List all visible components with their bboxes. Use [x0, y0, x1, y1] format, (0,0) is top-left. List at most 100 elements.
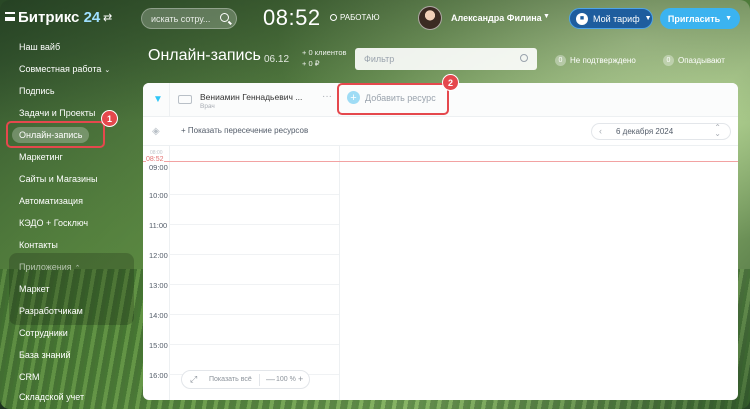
page-date: 06.12	[264, 54, 289, 65]
date-label[interactable]: 6 декабря 2024	[616, 127, 673, 136]
sidebar-item-label: Подпись	[19, 86, 55, 96]
sidebar-item-label: Наш вайб	[19, 42, 60, 52]
time-axis: 08:00 09:00 10:00 11:00 12:00 13:00 14:0…	[143, 146, 169, 400]
sidebar-item-label: Контакты	[19, 240, 58, 250]
zoom-out-button[interactable]: —	[266, 374, 275, 384]
sidebar-item-label: Задачи и Проекты	[19, 108, 95, 118]
hour-label: 12:00	[149, 251, 168, 260]
sidebar-item-inventory[interactable]: Складской учет	[19, 392, 84, 402]
sidebar-item-label: КЭДО + Госключ	[19, 218, 88, 228]
hour-label: 09:00	[149, 163, 168, 172]
search-placeholder: искать сотру...	[151, 14, 210, 24]
sidebar-item-automation[interactable]: Автоматизация	[19, 196, 83, 206]
legend-unconfirmed[interactable]: 0 Не подтверждено	[555, 55, 636, 66]
callout-highlight-1	[6, 121, 105, 148]
chevron-down-icon: ▼	[725, 15, 732, 22]
sidebar-item-sites[interactable]: Сайты и Магазины	[19, 174, 97, 184]
filter-placeholder: Фильтр	[364, 54, 394, 64]
legend-unconfirmed-label: Не подтверждено	[570, 56, 636, 65]
expand-icon[interactable]: ⤢	[190, 374, 197, 385]
chevron-up-icon: ⌃	[75, 265, 81, 272]
hour-gridline	[169, 284, 339, 285]
briefcase-icon: ■	[576, 13, 588, 25]
zoom-level: 100 %	[276, 376, 296, 383]
legend-late-label: Опаздывают	[678, 56, 725, 65]
chevron-updown-icon[interactable]: ⌃⌄	[714, 125, 721, 137]
invite-button[interactable]: Пригласить ▼	[660, 8, 740, 29]
sidebar-item-label: Сайты и Магазины	[19, 174, 97, 184]
sidebar-item-crm[interactable]: CRM	[19, 372, 40, 382]
sidebar-item-marketing[interactable]: Маркетинг	[19, 152, 63, 162]
sidebar-item-label: Приложения	[19, 262, 72, 272]
current-time-label: 08:52	[146, 156, 164, 163]
column-divider	[169, 146, 170, 400]
show-intersection-link[interactable]: + Показать пересечение ресурсов	[181, 126, 308, 135]
sidebar-item-label: База знаний	[19, 350, 71, 360]
column-divider	[339, 146, 340, 400]
hour-label: 15:00	[149, 341, 168, 350]
sidebar-item-employees[interactable]: Сотрудники	[19, 328, 68, 338]
resource-column-header[interactable]: Вениамин Геннадьевич ... Врач ···	[169, 83, 339, 117]
chevron-down-icon: ⌄	[104, 67, 110, 74]
sidebar-item-label: Сотрудники	[19, 328, 68, 338]
callout-badge-1: 1	[101, 110, 118, 127]
callout-highlight-2	[337, 83, 449, 115]
sidebar-item-apps[interactable]: Приложения⌃	[19, 262, 81, 272]
filter-icon[interactable]: ▼	[153, 94, 163, 105]
logo[interactable]: Битрикс 24	[18, 9, 100, 26]
clock[interactable]: 08:52	[263, 5, 321, 31]
calendar-toolbar: ◈ + Показать пересечение ресурсов ‹ 6 де…	[143, 117, 738, 146]
legend-late[interactable]: 0 Опаздывают	[663, 55, 725, 66]
hour-gridline	[169, 224, 339, 225]
filter-input[interactable]: Фильтр	[355, 48, 537, 70]
work-status-icon	[330, 14, 337, 21]
sidebar-item-label: Автоматизация	[19, 196, 83, 206]
date-navigator[interactable]: ‹ 6 декабря 2024 ⌃⌄	[591, 123, 731, 140]
chevron-left-icon[interactable]: ‹	[599, 126, 602, 136]
zoom-controls: ⤢ Показать всё — 100 % +	[181, 370, 310, 389]
search-icon	[220, 13, 229, 22]
sidebar-item-vibe[interactable]: Наш вайб	[19, 42, 60, 52]
sidebar-item-knowledge[interactable]: База знаний	[19, 350, 71, 360]
logo-number: 24	[84, 9, 101, 26]
tariff-button[interactable]: ■ Мой тариф ▼	[569, 8, 653, 29]
logo-text: Битрикс	[18, 9, 79, 26]
zoom-in-button[interactable]: +	[298, 374, 303, 384]
page-title: Онлайн-запись	[148, 47, 261, 65]
sidebar-item-label: Разработчикам	[19, 306, 83, 316]
sidebar-item-contacts[interactable]: Контакты	[19, 240, 58, 250]
sidebar-item-developers[interactable]: Разработчикам	[19, 306, 83, 316]
sidebar-item-label: Складской учет	[19, 392, 84, 402]
sidebar-item-signature[interactable]: Подпись	[19, 86, 55, 96]
swap-icon[interactable]: ⇄	[103, 11, 112, 24]
search-input[interactable]: искать сотру...	[141, 8, 237, 29]
tariff-label: Мой тариф	[593, 14, 640, 24]
hour-label: 13:00	[149, 281, 168, 290]
hour-gridline	[169, 194, 339, 195]
sidebar-item-label: Маркет	[19, 284, 49, 294]
resource-role: Врач	[200, 103, 215, 110]
booking-calendar: ▼ Вениамин Геннадьевич ... Врач ··· + До…	[143, 83, 738, 400]
search-icon	[520, 54, 528, 62]
menu-icon[interactable]	[5, 12, 15, 21]
sidebar-item-label: Совместная работа	[19, 64, 101, 74]
chevron-down-icon[interactable]: ▼	[543, 13, 550, 20]
hour-gridline	[169, 314, 339, 315]
avatar[interactable]	[418, 6, 442, 30]
layers-icon[interactable]: ◈	[152, 126, 160, 137]
work-status-label: РАБОТАЮ	[340, 13, 380, 22]
sidebar-item-collab[interactable]: Совместная работа⌄	[19, 64, 110, 74]
more-icon[interactable]: ···	[322, 91, 332, 102]
clients-stat: + 0 клиентов	[302, 47, 346, 58]
money-stat: + 0 ₽	[302, 58, 346, 69]
sidebar-item-tasks[interactable]: Задачи и Проекты	[19, 108, 95, 118]
show-all-button[interactable]: Показать всё	[209, 376, 252, 383]
sidebar-item-market[interactable]: Маркет	[19, 284, 49, 294]
callout-badge-2: 2	[442, 74, 459, 91]
app-frame: Битрикс 24 ⇄ искать сотру... 08:52 РАБОТ…	[0, 0, 750, 409]
work-status[interactable]: РАБОТАЮ	[330, 13, 380, 22]
sidebar-item-kedo[interactable]: КЭДО + Госключ	[19, 218, 88, 228]
hour-label: 10:00	[149, 191, 168, 200]
user-name[interactable]: Александра Филина	[451, 13, 542, 23]
invite-label: Пригласить	[668, 14, 720, 24]
